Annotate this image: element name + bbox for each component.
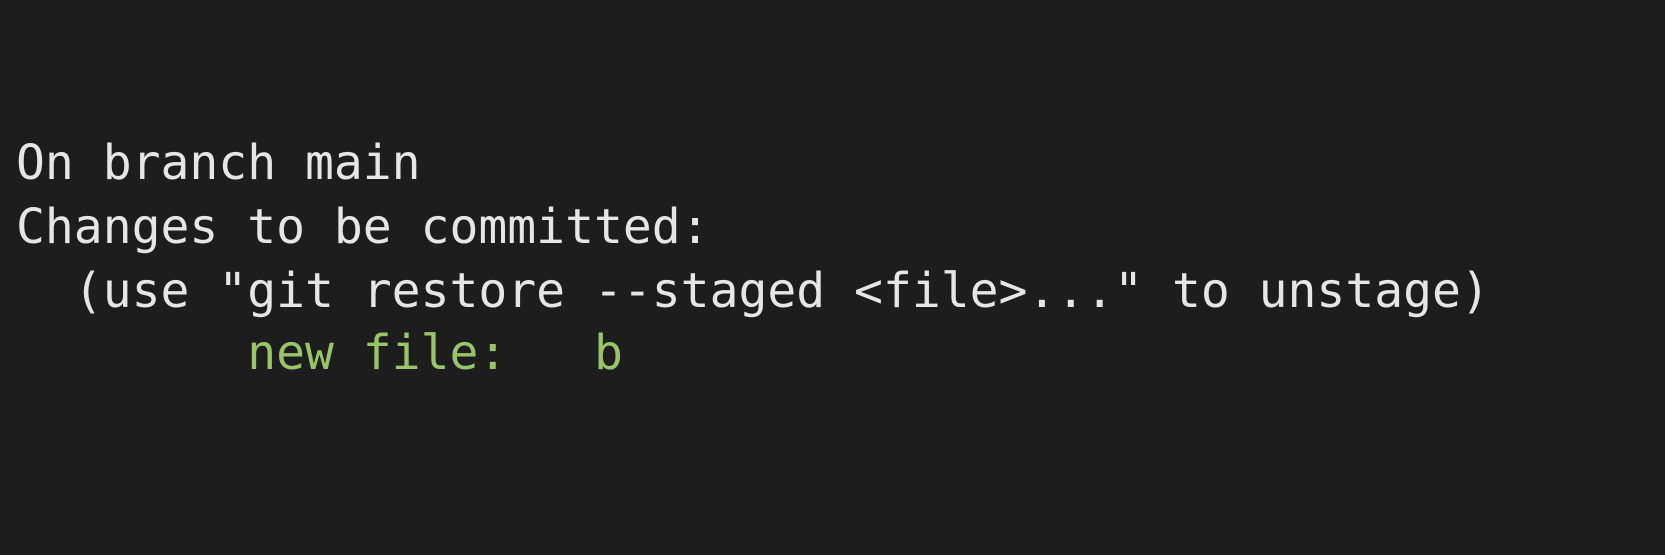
prompt-line-3[interactable]: [ferran@arch] ➜project (S⎇ main) (16, 440, 1140, 506)
output-line-branch: On branch main (16, 135, 421, 191)
output-line-changes: Changes to be committed: (16, 199, 710, 255)
terminal-window[interactable]: [ferran@arch] ➜project (!⎇ main) git add… (0, 0, 1665, 555)
output-line-new-file: new file: b (16, 325, 623, 381)
prompt-line-1: [ferran@arch] ➜project (!⎇ main) git add… (16, 2, 1372, 68)
output-line-hint: (use "git restore --staged <file>..." to… (16, 263, 1490, 319)
prompt-line-2: [ferran@arch] ➜project (S⎇ main) git sta… (16, 66, 1401, 132)
